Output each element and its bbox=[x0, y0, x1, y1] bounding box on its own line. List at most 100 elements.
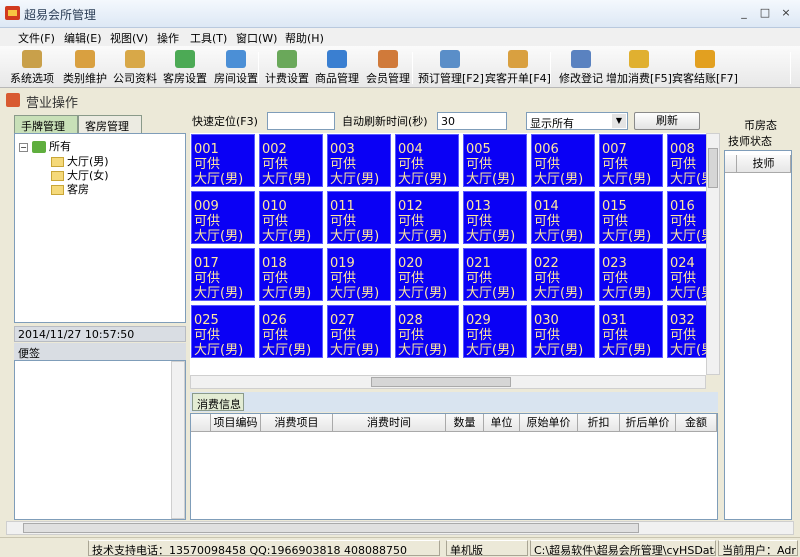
toolbar-button-6[interactable]: 商品管理 bbox=[312, 48, 362, 86]
brand-cell-status: 可供 bbox=[670, 214, 697, 229]
notes-scrollbar[interactable] bbox=[171, 361, 185, 519]
brand-cell[interactable]: 031 可供 大厅(男) bbox=[599, 305, 663, 358]
maximize-button[interactable]: □ bbox=[757, 6, 773, 20]
grid-vertical-scrollbar[interactable] bbox=[706, 133, 720, 375]
tree-item-hall-male[interactable]: 大厅(男) bbox=[51, 153, 109, 168]
brand-cell-area: 大厅(男) bbox=[466, 229, 516, 244]
minimize-button[interactable]: _ bbox=[736, 6, 752, 20]
collapse-icon[interactable]: − bbox=[19, 142, 28, 152]
brand-cell[interactable]: 030 可供 大厅(男) bbox=[531, 305, 595, 358]
col-quantity[interactable]: 数量 bbox=[446, 414, 484, 432]
toolbar-button-11[interactable]: 增加消费[F5] bbox=[606, 48, 672, 86]
close-button[interactable]: × bbox=[778, 6, 794, 20]
brand-cell[interactable]: 016可供大厅(男) bbox=[667, 191, 706, 244]
main-horizontal-scrollbar[interactable] bbox=[6, 521, 794, 535]
chevron-down-icon[interactable]: ▼ bbox=[612, 114, 626, 128]
col-original-price[interactable]: 原始单价 bbox=[520, 414, 578, 432]
display-filter-select[interactable]: 显示所有 ▼ bbox=[526, 112, 628, 130]
brand-cell[interactable]: 021 可供 大厅(男) bbox=[463, 248, 527, 301]
brand-cell[interactable]: 025 可供 大厅(男) bbox=[191, 305, 255, 358]
col-item-name[interactable]: 消费项目 bbox=[261, 414, 333, 432]
col-discount[interactable]: 折扣 bbox=[578, 414, 620, 432]
brand-cell-status: 可供 bbox=[670, 157, 697, 172]
toolbar-button-4[interactable]: 房间设置 bbox=[210, 48, 262, 86]
menu-edit[interactable]: 编辑(E) bbox=[64, 30, 102, 46]
quick-locate-input[interactable] bbox=[267, 112, 335, 130]
toolbar-button-1[interactable]: 类别维护 bbox=[60, 48, 110, 86]
menu-operate[interactable]: 操作 bbox=[157, 30, 179, 46]
brand-cell[interactable]: 002 可供 大厅(男) bbox=[259, 134, 323, 187]
brand-cell[interactable]: 004 可供 大厅(男) bbox=[395, 134, 459, 187]
toolbar-button-5[interactable]: 计费设置 bbox=[262, 48, 312, 86]
grid-horizontal-scrollbar[interactable] bbox=[190, 375, 706, 389]
tree-root[interactable]: − 所有 bbox=[19, 138, 71, 153]
brand-cell[interactable]: 024可供大厅(男) bbox=[667, 248, 706, 301]
menu-view[interactable]: 视图(V) bbox=[110, 30, 148, 46]
toolbar-button-label: 宾客结账[F7] bbox=[672, 72, 738, 85]
col-amount[interactable]: 金额 bbox=[676, 414, 717, 432]
toolbar-button-label: 系统选项 bbox=[10, 72, 54, 85]
col-discounted-price[interactable]: 折后单价 bbox=[620, 414, 676, 432]
brand-cell-no: 024 bbox=[670, 256, 695, 271]
brand-cell[interactable]: 012 可供 大厅(男) bbox=[395, 191, 459, 244]
menu-tools[interactable]: 工具(T) bbox=[190, 30, 227, 46]
toolbar-button-8[interactable]: 预订管理[F2] bbox=[418, 48, 484, 86]
menu-help[interactable]: 帮助(H) bbox=[285, 30, 324, 46]
menu-file[interactable]: 文件(F) bbox=[18, 30, 55, 46]
brand-cell[interactable]: 017 可供 大厅(男) bbox=[191, 248, 255, 301]
toolbar-button-9[interactable]: 宾客开单[F4] bbox=[484, 48, 552, 86]
brand-cell[interactable]: 009 可供 大厅(男) bbox=[191, 191, 255, 244]
toolbar-button-12[interactable]: 宾客结账[F7] bbox=[672, 48, 738, 86]
toolbar-button-10[interactable]: 修改登记 bbox=[556, 48, 606, 86]
col-unit[interactable]: 单位 bbox=[484, 414, 520, 432]
toolbar-button-3[interactable]: 客房设置 bbox=[160, 48, 210, 86]
tab-consume-info[interactable]: 消费信息 bbox=[192, 393, 244, 411]
brand-cell[interactable]: 018 可供 大厅(男) bbox=[259, 248, 323, 301]
brand-cell-area: 大厅(男) bbox=[534, 343, 584, 358]
brand-cell[interactable]: 015 可供 大厅(男) bbox=[599, 191, 663, 244]
toolbar-button-2[interactable]: 公司资料 bbox=[110, 48, 160, 86]
grid-hscroll-thumb[interactable] bbox=[371, 377, 511, 387]
brand-cell[interactable]: 007 可供 大厅(男) bbox=[599, 134, 663, 187]
brand-cell[interactable]: 023 可供 大厅(男) bbox=[599, 248, 663, 301]
toolbar-button-7[interactable]: 会员管理 bbox=[362, 48, 414, 86]
current-datetime: 2014/11/27 10:57:50 bbox=[18, 328, 135, 341]
tree-item-hall-female[interactable]: 大厅(女) bbox=[51, 167, 109, 182]
brand-cell[interactable]: 008可供大厅(男) bbox=[667, 134, 706, 187]
auto-refresh-input[interactable] bbox=[437, 112, 507, 130]
brand-cell[interactable]: 010 可供 大厅(男) bbox=[259, 191, 323, 244]
brand-cell[interactable]: 003 可供 大厅(男) bbox=[327, 134, 391, 187]
folder-icon bbox=[51, 157, 64, 167]
brand-cell[interactable]: 022 可供 大厅(男) bbox=[531, 248, 595, 301]
current-user: 当前用户：Adr bbox=[718, 540, 798, 556]
brand-cell[interactable]: 026 可供 大厅(男) bbox=[259, 305, 323, 358]
menu-window[interactable]: 窗口(W) bbox=[236, 30, 277, 46]
toolbar-button-0[interactable]: 系统选项 bbox=[6, 48, 58, 86]
brand-cell[interactable]: 005 可供 大厅(男) bbox=[463, 134, 527, 187]
tab-brand[interactable]: 手牌管理 bbox=[14, 115, 78, 133]
brand-cell-area: 大厅(男) bbox=[602, 172, 652, 187]
col-technician[interactable]: 技师 bbox=[737, 155, 791, 173]
root-folder-icon bbox=[31, 141, 46, 153]
tree-item-guestroom[interactable]: 客房 bbox=[51, 181, 89, 196]
brand-cell[interactable]: 027 可供 大厅(男) bbox=[327, 305, 391, 358]
notes-area[interactable] bbox=[14, 360, 186, 520]
brand-cell[interactable]: 014 可供 大厅(男) bbox=[531, 191, 595, 244]
brand-cell[interactable]: 001 可供 大厅(男) bbox=[191, 134, 255, 187]
brand-cell[interactable]: 006 可供 大厅(男) bbox=[531, 134, 595, 187]
col-consume-time[interactable]: 消费时间 bbox=[333, 414, 446, 432]
refresh-button[interactable]: 刷新 bbox=[634, 112, 700, 130]
brand-cell[interactable]: 020 可供 大厅(男) bbox=[395, 248, 459, 301]
col-item-code[interactable]: 项目编码 bbox=[211, 414, 261, 432]
brand-cell[interactable]: 011 可供 大厅(男) bbox=[327, 191, 391, 244]
brand-cell-status: 可供 bbox=[670, 271, 697, 286]
tab-room[interactable]: 客房管理 bbox=[78, 115, 142, 133]
brand-cell[interactable]: 028 可供 大厅(男) bbox=[395, 305, 459, 358]
brand-cell[interactable]: 032可供大厅(男) bbox=[667, 305, 706, 358]
main-hscroll-thumb[interactable] bbox=[23, 523, 639, 533]
brand-cell[interactable]: 029 可供 大厅(男) bbox=[463, 305, 527, 358]
brand-cell[interactable]: 019 可供 大厅(男) bbox=[327, 248, 391, 301]
grid-scroll-thumb[interactable] bbox=[708, 148, 718, 188]
toolbar-overflow[interactable] bbox=[790, 52, 791, 84]
brand-cell[interactable]: 013 可供 大厅(男) bbox=[463, 191, 527, 244]
